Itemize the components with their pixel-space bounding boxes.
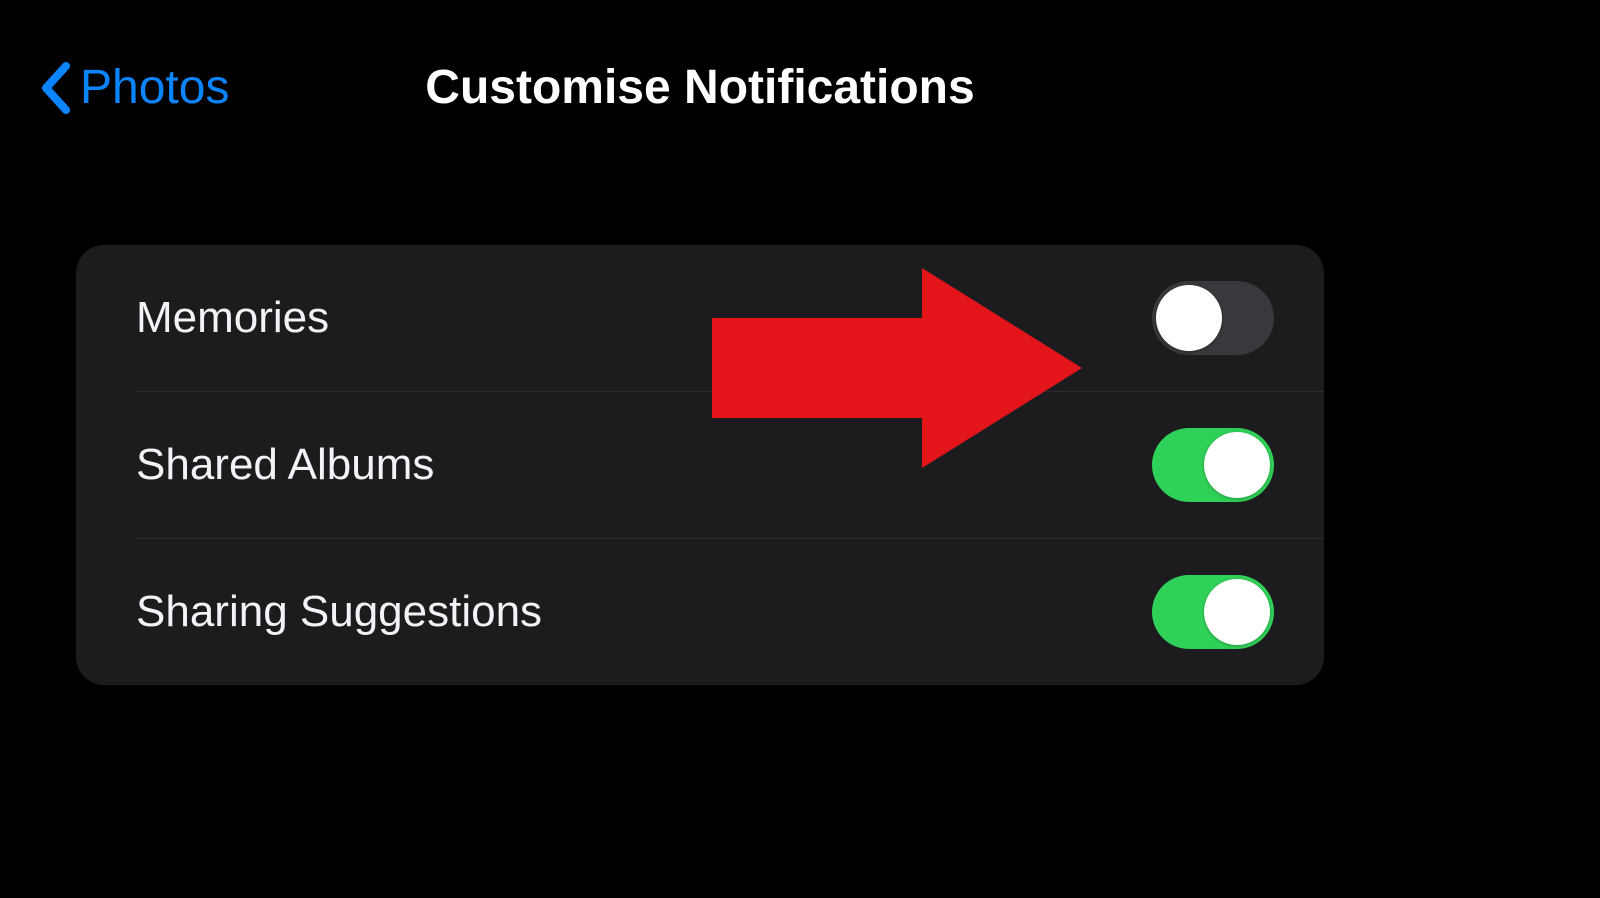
row-sharing-suggestions: Sharing Suggestions xyxy=(76,539,1324,685)
toggle-knob xyxy=(1156,285,1222,351)
toggle-knob xyxy=(1204,579,1270,645)
toggle-knob xyxy=(1204,432,1270,498)
row-label-sharing-suggestions: Sharing Suggestions xyxy=(136,587,542,637)
settings-group: Memories Shared Albums Sharing Suggestio… xyxy=(76,245,1324,685)
row-shared-albums: Shared Albums xyxy=(76,392,1324,538)
navigation-bar: Photos Customise Notifications xyxy=(0,0,1400,135)
toggle-shared-albums[interactable] xyxy=(1152,428,1274,502)
toggle-sharing-suggestions[interactable] xyxy=(1152,575,1274,649)
back-label: Photos xyxy=(80,60,229,115)
toggle-memories[interactable] xyxy=(1152,281,1274,355)
row-label-memories: Memories xyxy=(136,293,329,343)
chevron-left-icon xyxy=(40,62,70,114)
back-button[interactable]: Photos xyxy=(40,60,229,115)
settings-screen: Photos Customise Notifications Memories … xyxy=(0,0,1400,790)
page-title: Customise Notifications xyxy=(425,60,974,115)
row-label-shared-albums: Shared Albums xyxy=(136,440,434,490)
row-memories: Memories xyxy=(76,245,1324,391)
